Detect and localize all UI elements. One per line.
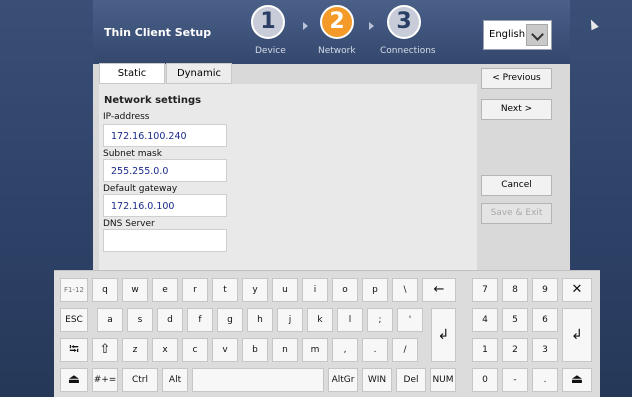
key-w[interactable]: w: [122, 278, 148, 302]
space-key[interactable]: [192, 368, 324, 392]
key-ctrl[interactable]: Ctrl: [122, 368, 158, 392]
ip-address-input[interactable]: 172.16.100.240: [103, 124, 227, 147]
numpad-enter-icon[interactable]: ↲: [562, 308, 592, 362]
key-symbols[interactable]: #+=: [92, 368, 118, 392]
ip-label: IP-address: [103, 112, 150, 122]
key-period[interactable]: .: [362, 338, 388, 362]
key-j[interactable]: j: [277, 308, 303, 332]
key-f1-12[interactable]: F1-12: [60, 278, 88, 302]
step-2-label: Network: [318, 46, 356, 56]
key-esc[interactable]: ESC: [60, 308, 88, 332]
key-d[interactable]: d: [157, 308, 183, 332]
key-a[interactable]: a: [97, 308, 123, 332]
key-p[interactable]: p: [362, 278, 388, 302]
key-alt[interactable]: Alt: [162, 368, 188, 392]
numpad-1[interactable]: 1: [472, 338, 498, 362]
key-m[interactable]: m: [302, 338, 328, 362]
step-3-label: Connections: [380, 46, 436, 56]
language-value: English: [489, 29, 526, 40]
language-select[interactable]: English: [483, 20, 552, 50]
section-title: Network settings: [104, 95, 202, 106]
close-keyboard-icon[interactable]: ✕: [562, 278, 592, 302]
gateway-label: Default gateway: [103, 184, 178, 194]
numpad-5[interactable]: 5: [502, 308, 528, 332]
enter-key-icon[interactable]: ↲: [431, 308, 456, 362]
key-r[interactable]: r: [182, 278, 208, 302]
numpad-6[interactable]: 6: [532, 308, 558, 332]
key-n[interactable]: n: [272, 338, 298, 362]
chevron-down-icon[interactable]: [526, 24, 548, 46]
subnet-mask-input[interactable]: 255.255.0.0: [103, 159, 227, 182]
key-s[interactable]: s: [127, 308, 153, 332]
numpad-7[interactable]: 7: [472, 278, 498, 302]
key-o[interactable]: o: [332, 278, 358, 302]
key-x[interactable]: x: [152, 338, 178, 362]
key-semicolon[interactable]: ;: [367, 308, 393, 332]
numpad-minus[interactable]: -: [502, 368, 528, 392]
key-q[interactable]: q: [92, 278, 118, 302]
key-del[interactable]: Del: [396, 368, 426, 392]
tab-static[interactable]: Static: [99, 63, 165, 84]
dialog-title: Thin Client Setup: [104, 26, 212, 39]
key-z[interactable]: z: [122, 338, 148, 362]
key-c[interactable]: c: [182, 338, 208, 362]
shift-key-icon[interactable]: ⇧: [92, 338, 118, 362]
key-g[interactable]: g: [217, 308, 243, 332]
key-h[interactable]: h: [247, 308, 273, 332]
tab-key-icon[interactable]: ⭾: [60, 338, 88, 362]
next-button[interactable]: Next >: [481, 99, 552, 120]
key-k[interactable]: k: [307, 308, 333, 332]
key-t[interactable]: t: [212, 278, 238, 302]
eject-icon[interactable]: ⏏: [562, 368, 592, 392]
step-3-connections[interactable]: 3: [387, 5, 421, 39]
backspace-key-icon[interactable]: ←: [422, 278, 456, 302]
key-win[interactable]: WIN: [362, 368, 392, 392]
step-1-label: Device: [255, 46, 286, 56]
default-gateway-input[interactable]: 172.16.0.100: [103, 194, 227, 217]
key-y[interactable]: y: [242, 278, 268, 302]
subnet-label: Subnet mask: [103, 149, 162, 159]
cancel-button[interactable]: Cancel: [481, 175, 552, 196]
numpad-8[interactable]: 8: [502, 278, 528, 302]
previous-button[interactable]: < Previous: [481, 68, 552, 89]
key-u[interactable]: u: [272, 278, 298, 302]
numpad-4[interactable]: 4: [472, 308, 498, 332]
key-slash[interactable]: /: [392, 338, 418, 362]
save-exit-button: Save & Exit: [481, 203, 552, 224]
key-f[interactable]: f: [187, 308, 213, 332]
numpad-dot[interactable]: .: [532, 368, 558, 392]
numpad-0[interactable]: 0: [472, 368, 498, 392]
key-altgr[interactable]: AltGr: [328, 368, 358, 392]
key-l[interactable]: l: [337, 308, 363, 332]
key-i[interactable]: i: [302, 278, 328, 302]
tab-dynamic[interactable]: Dynamic: [166, 63, 232, 84]
dns-label: DNS Server: [103, 219, 155, 229]
key-num[interactable]: NUM: [430, 368, 456, 392]
numpad-9[interactable]: 9: [532, 278, 558, 302]
mouse-cursor-icon: [587, 17, 599, 31]
chevron-right-icon: [303, 22, 308, 30]
numpad-3[interactable]: 3: [532, 338, 558, 362]
numpad-2[interactable]: 2: [502, 338, 528, 362]
step-1-device[interactable]: 1: [251, 5, 285, 39]
key-quote[interactable]: ': [397, 308, 423, 332]
key-backslash[interactable]: \: [392, 278, 418, 302]
chevron-right-icon: [369, 22, 374, 30]
eject-icon[interactable]: ⏏: [60, 368, 88, 392]
key-comma[interactable]: ,: [332, 338, 358, 362]
step-2-network[interactable]: 2: [320, 5, 354, 39]
key-e[interactable]: e: [152, 278, 178, 302]
dns-server-input[interactable]: [103, 229, 227, 252]
key-v[interactable]: v: [212, 338, 238, 362]
key-b[interactable]: b: [242, 338, 268, 362]
